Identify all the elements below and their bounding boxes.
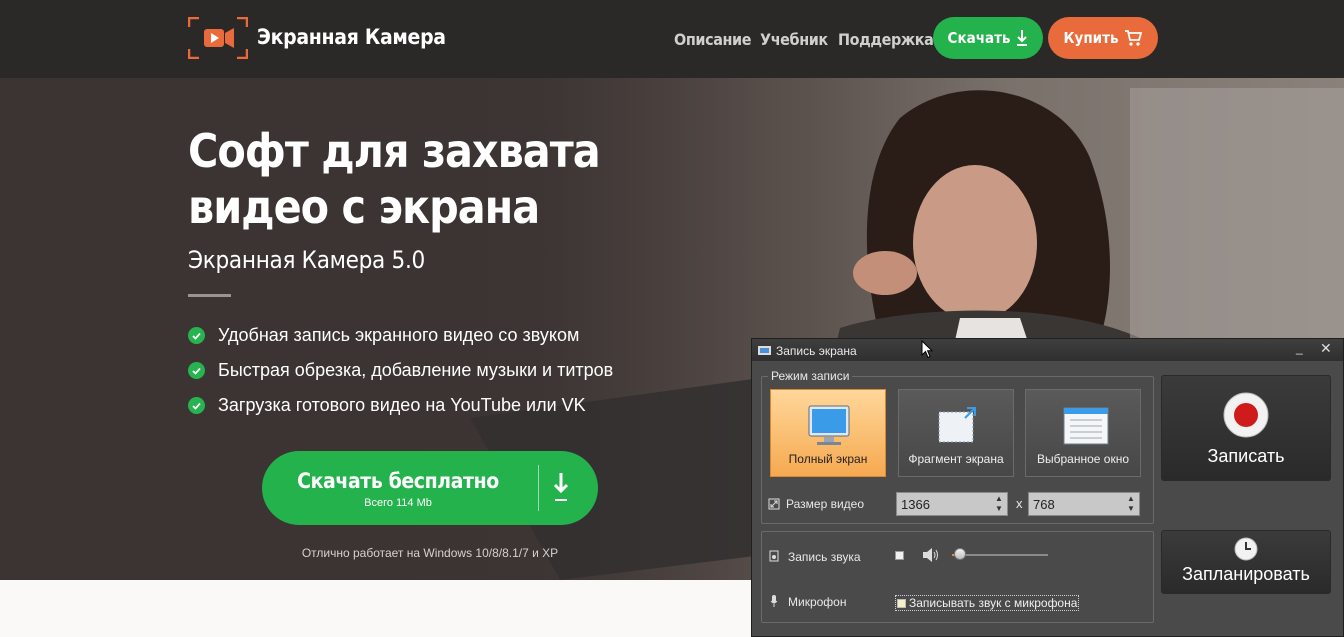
sound-record-checkbox[interactable] bbox=[895, 551, 904, 560]
cart-icon bbox=[1125, 30, 1143, 46]
window-select-icon bbox=[1063, 407, 1109, 445]
mic-checkbox-box[interactable] bbox=[897, 598, 906, 608]
download-arrow-icon bbox=[553, 473, 569, 501]
check-icon bbox=[188, 362, 205, 379]
compatibility-note: Отлично работает на Windows 10/8/8.1/7 и… bbox=[301, 546, 559, 560]
record-button[interactable]: Записать bbox=[1161, 375, 1331, 481]
mouse-cursor-icon bbox=[921, 340, 933, 359]
width-down-arrow-icon[interactable]: ▼ bbox=[994, 504, 1004, 514]
microphone-label: Микрофон bbox=[788, 595, 847, 609]
feature-item: Удобная запись экранного видео со звуком bbox=[188, 318, 613, 353]
camera-app-icon bbox=[758, 346, 771, 355]
minimize-button[interactable]: _ bbox=[1296, 341, 1303, 355]
sound-record-label: Запись звука bbox=[788, 550, 861, 564]
header-buy-label: Купить bbox=[1063, 29, 1119, 47]
record-mode-label: Режим записи bbox=[768, 369, 853, 383]
microphone-icon bbox=[770, 595, 778, 607]
mode-fragment[interactable]: Фрагмент экрана bbox=[898, 389, 1014, 477]
download-arrow-icon bbox=[1017, 30, 1028, 46]
resize-icon bbox=[768, 498, 780, 510]
mode-selected-window-label: Выбранное окно bbox=[1036, 452, 1129, 466]
height-input[interactable] bbox=[1029, 493, 1121, 515]
nav-item-support[interactable]: Поддержка bbox=[838, 30, 934, 49]
height-spinner[interactable]: ▲ ▼ bbox=[1028, 492, 1140, 516]
hero-divider bbox=[188, 294, 231, 297]
hero-title-line2: видео с экрана bbox=[188, 180, 540, 234]
window-title: Запись экрана bbox=[776, 344, 857, 358]
mode-selected-window[interactable]: Выбранное окно bbox=[1025, 389, 1141, 477]
schedule-label: Запланировать bbox=[1182, 564, 1310, 584]
feature-item: Загрузка готового видео на YouTube или V… bbox=[188, 388, 613, 423]
clock-icon bbox=[1234, 537, 1258, 561]
check-icon bbox=[188, 397, 205, 414]
window-titlebar[interactable]: Запись экрана _ ✕ bbox=[752, 339, 1343, 361]
cta-label: Скачать бесплатно bbox=[297, 469, 499, 493]
feature-text: Быстрая обрезка, добавление музыки и тит… bbox=[218, 360, 614, 380]
height-up-arrow-icon[interactable]: ▲ bbox=[1126, 494, 1136, 504]
record-label: Записать bbox=[1207, 446, 1285, 466]
size-separator: x bbox=[1016, 496, 1023, 511]
screen-record-window: Запись экрана _ ✕ Режим записи Полный эк… bbox=[751, 338, 1344, 637]
cta-size: Всего 114 Mb bbox=[364, 497, 432, 509]
mode-full-screen[interactable]: Полный экран bbox=[770, 389, 886, 477]
width-up-arrow-icon[interactable]: ▲ bbox=[994, 494, 1004, 504]
close-button[interactable]: ✕ bbox=[1320, 340, 1332, 357]
record-icon bbox=[1223, 392, 1269, 438]
feature-text: Загрузка готового видео на YouTube или V… bbox=[218, 395, 586, 415]
feature-item: Быстрая обрезка, добавление музыки и тит… bbox=[188, 353, 613, 388]
height-down-arrow-icon[interactable]: ▼ bbox=[1126, 504, 1136, 514]
hero-subtitle: Экранная Камера 5.0 bbox=[188, 246, 425, 274]
cta-separator bbox=[538, 465, 539, 511]
volume-knob[interactable] bbox=[953, 548, 966, 560]
nav-item-description[interactable]: Описание bbox=[674, 30, 752, 49]
volume-slider[interactable] bbox=[952, 548, 1048, 560]
feature-list: Удобная запись экранного видео со звуком… bbox=[188, 318, 613, 423]
header-download-button[interactable]: Скачать bbox=[933, 17, 1043, 59]
volume-icon[interactable] bbox=[922, 547, 940, 563]
mic-record-checkbox[interactable]: Записывать звук с микрофона bbox=[895, 595, 1080, 611]
speaker-icon bbox=[769, 550, 779, 562]
brand-name[interactable]: Экранная Камера bbox=[257, 25, 446, 49]
schedule-button[interactable]: Запланировать bbox=[1161, 530, 1331, 594]
brand-logo-icon[interactable] bbox=[188, 17, 248, 59]
feature-text: Удобная запись экранного видео со звуком bbox=[218, 325, 580, 345]
width-spinner[interactable]: ▲ ▼ bbox=[896, 492, 1008, 516]
mode-full-screen-label: Полный экран bbox=[788, 452, 868, 466]
mic-checkbox-label: Записывать звук с микрофона bbox=[909, 596, 1078, 610]
check-icon bbox=[188, 327, 205, 344]
header-buy-button[interactable]: Купить bbox=[1048, 17, 1158, 59]
video-size-label: Размер видео bbox=[786, 497, 865, 511]
site-header: Экранная Камера Описание Учебник Поддерж… bbox=[0, 0, 1344, 78]
header-download-label: Скачать bbox=[947, 29, 1011, 47]
fragment-select-icon bbox=[938, 407, 976, 443]
hero-title-line1: Софт для захвата bbox=[188, 124, 601, 178]
mode-fragment-label: Фрагмент экрана bbox=[908, 452, 1004, 466]
width-input[interactable] bbox=[897, 493, 989, 515]
hero-title: Софт для захвата видео с экрана bbox=[188, 123, 601, 235]
monitor-icon bbox=[808, 405, 850, 445]
download-free-button[interactable]: Скачать бесплатно Всего 114 Mb bbox=[262, 451, 598, 525]
nav-item-tutorial[interactable]: Учебник bbox=[760, 30, 828, 49]
